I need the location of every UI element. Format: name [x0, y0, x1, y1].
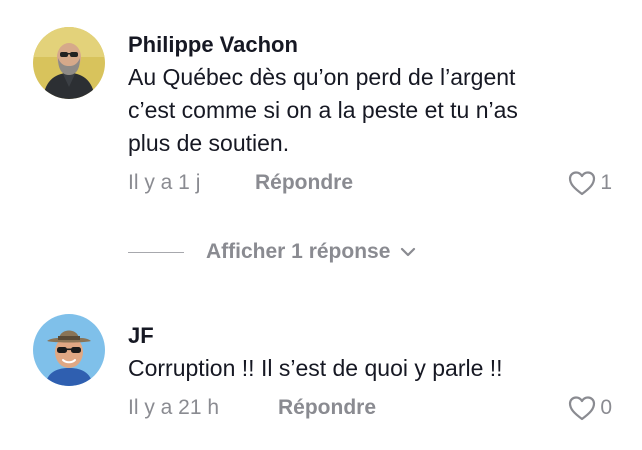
reply-button[interactable]: Répondre — [255, 168, 353, 198]
avatar[interactable] — [33, 314, 105, 386]
avatar[interactable] — [33, 27, 105, 99]
bearded-man-avatar-icon — [33, 27, 105, 99]
comment-text: Au Québec dès qu’on perd de l’argent c’e… — [128, 61, 612, 160]
comment-author[interactable]: JF — [128, 322, 612, 350]
like-button[interactable]: 1 — [568, 168, 612, 198]
man-with-hat-sunglasses-avatar-icon — [33, 314, 105, 386]
comment-author[interactable]: Philippe Vachon — [128, 31, 612, 59]
comment-text-line: plus de soutien. — [128, 130, 290, 156]
heart-icon — [569, 396, 596, 421]
comment-timestamp: Il y a 21 h — [128, 396, 220, 419]
comment-text-line: Corruption !! Il s’est de quoi y parle !… — [128, 355, 503, 381]
like-button[interactable]: 0 — [568, 393, 612, 423]
like-count: 0 — [600, 396, 612, 419]
comment-text-line: c’est comme si on a la peste et tu n’as — [128, 97, 518, 123]
comment-text: Corruption !! Il s’est de quoi y parle !… — [128, 352, 612, 385]
comment-timestamp: Il y a 1 j — [128, 171, 201, 194]
heart-icon — [569, 171, 596, 196]
view-replies-button[interactable]: Afficher 1 réponse — [128, 236, 416, 268]
divider — [128, 251, 184, 253]
comment-meta: Il y a 21 h Répondre 0 — [128, 393, 612, 423]
reply-button[interactable]: Répondre — [278, 393, 376, 423]
like-count: 1 — [600, 171, 612, 194]
chevron-down-icon — [401, 247, 416, 257]
comment-meta: Il y a 1 j Répondre 1 — [128, 168, 612, 198]
comment-text-line: Au Québec dès qu’on perd de l’argent — [128, 64, 516, 90]
view-replies-label: Afficher 1 réponse — [206, 240, 391, 263]
